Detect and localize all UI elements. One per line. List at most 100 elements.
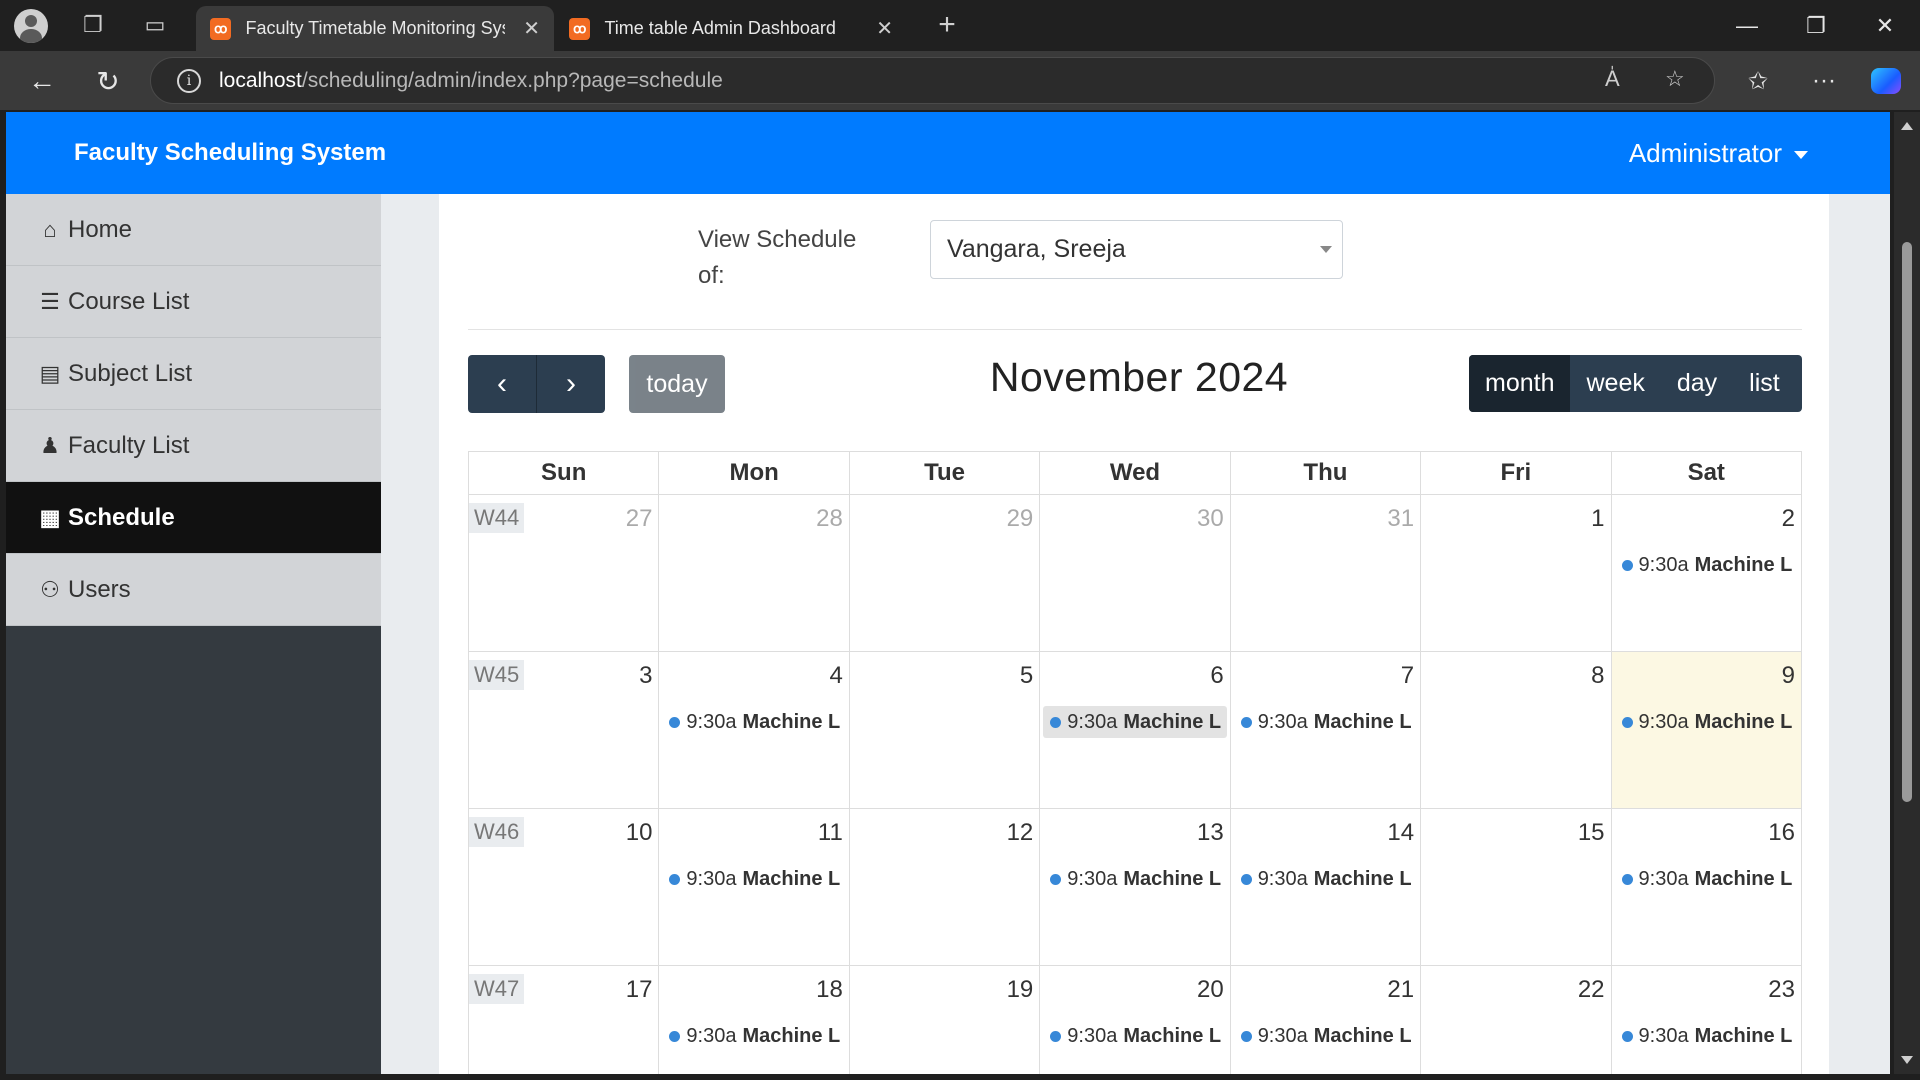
week-number[interactable]: W45: [469, 660, 525, 690]
day-number[interactable]: 27: [626, 505, 653, 533]
tab-actions-icon[interactable]: ▭: [136, 6, 174, 44]
calendar-event[interactable]: 9:30a Machine L: [666, 863, 846, 895]
day-number[interactable]: 16: [1768, 819, 1795, 847]
sidebar-item-faculty-list[interactable]: ♟ Faculty List: [6, 410, 381, 482]
calendar-event[interactable]: 9:30a Machine L: [1047, 1020, 1227, 1052]
calendar-day-cell[interactable]: 9 9:30a Machine L: [1610, 651, 1803, 809]
more-menu-icon[interactable]: ···: [1804, 61, 1844, 101]
day-number[interactable]: 9: [1782, 662, 1795, 690]
week-number[interactable]: W47: [469, 974, 525, 1004]
calendar-day-cell[interactable]: 14 9:30a Machine L: [1229, 808, 1422, 966]
sidebar-item-schedule[interactable]: ▦ Schedule: [6, 482, 381, 554]
calendar-event[interactable]: 9:30a Machine L: [1238, 1020, 1418, 1052]
calendar-day-cell[interactable]: 8: [1420, 651, 1612, 809]
sidebar-item-course-list[interactable]: ☰ Course List: [6, 266, 381, 338]
calendar-day-cell[interactable]: 2 9:30a Machine L: [1610, 494, 1803, 652]
day-number[interactable]: 15: [1578, 819, 1605, 847]
calendar-event[interactable]: 9:30a Machine L: [1619, 1020, 1799, 1052]
favorite-star-icon[interactable]: ☆: [1665, 66, 1685, 92]
calendar-event[interactable]: 9:30a Machine L: [666, 706, 846, 738]
brand-title[interactable]: Faculty Scheduling System: [74, 139, 386, 167]
copilot-icon[interactable]: [1866, 61, 1906, 101]
prev-month-button[interactable]: ‹: [468, 355, 537, 413]
calendar-day-cell[interactable]: 18 9:30a Machine L: [658, 965, 850, 1074]
calendar-day-cell[interactable]: 11 9:30a Machine L: [658, 808, 850, 966]
day-number[interactable]: 14: [1387, 819, 1414, 847]
day-number[interactable]: 2: [1782, 505, 1795, 533]
site-info-icon[interactable]: i: [177, 68, 201, 93]
calendar-event[interactable]: 9:30a Machine L: [1047, 863, 1227, 895]
day-number[interactable]: 10: [626, 819, 653, 847]
day-number[interactable]: 12: [1007, 819, 1034, 847]
today-button[interactable]: today: [629, 355, 725, 413]
close-window-icon[interactable]: ✕: [1852, 0, 1918, 51]
back-icon[interactable]: ←: [22, 61, 62, 101]
week-number[interactable]: W44: [469, 503, 525, 533]
calendar-day-cell[interactable]: 16 9:30a Machine L: [1610, 808, 1803, 966]
restore-icon[interactable]: ❐: [1783, 0, 1849, 51]
day-number[interactable]: 22: [1578, 976, 1605, 1004]
scroll-down-icon[interactable]: [1901, 1056, 1913, 1064]
sidebar-item-subject-list[interactable]: ▤ Subject List: [6, 338, 381, 410]
calendar-event[interactable]: 9:30a Machine L: [1238, 863, 1418, 895]
calendar-day-cell[interactable]: 15: [1420, 808, 1612, 966]
calendar-event[interactable]: 9:30a Machine L: [1619, 706, 1799, 738]
calendar-day-cell[interactable]: 21 9:30a Machine L: [1229, 965, 1422, 1074]
calendar-day-cell[interactable]: 20 9:30a Machine L: [1039, 965, 1231, 1074]
tab-timetable-admin[interactable]: ꝏ Time table Admin Dashboard ✕: [555, 6, 907, 51]
calendar-day-cell[interactable]: 19: [848, 965, 1041, 1074]
calendar-day-cell[interactable]: 12: [848, 808, 1041, 966]
day-number[interactable]: 29: [1007, 505, 1034, 533]
day-number[interactable]: 21: [1387, 976, 1414, 1004]
calendar-day-cell[interactable]: 7 9:30a Machine L: [1229, 651, 1422, 809]
day-number[interactable]: 4: [829, 662, 842, 690]
view-list-button[interactable]: list: [1733, 355, 1796, 412]
tab-faculty-timetable[interactable]: ꝏ Faculty Timetable Monitoring Syst ✕: [196, 6, 554, 51]
page-scrollbar[interactable]: [1894, 112, 1920, 1074]
next-month-button[interactable]: ›: [537, 355, 605, 413]
new-tab-icon[interactable]: +: [928, 6, 966, 44]
calendar-day-cell[interactable]: 6 9:30a Machine L: [1039, 651, 1231, 809]
profile-avatar-icon[interactable]: [14, 8, 48, 43]
faculty-select[interactable]: Vangara, Sreeja: [930, 220, 1343, 279]
day-number[interactable]: 31: [1387, 505, 1414, 533]
read-aloud-icon[interactable]: A̍: [1605, 66, 1620, 92]
user-menu[interactable]: Administrator: [1629, 138, 1808, 169]
day-number[interactable]: 30: [1197, 505, 1224, 533]
calendar-event[interactable]: 9:30a Machine L: [1619, 549, 1799, 581]
day-number[interactable]: 6: [1210, 662, 1223, 690]
view-month-button[interactable]: month: [1469, 355, 1571, 412]
day-number[interactable]: 17: [626, 976, 653, 1004]
minimize-icon[interactable]: —: [1714, 0, 1780, 51]
favorites-icon[interactable]: ✩: [1738, 61, 1778, 101]
calendar-day-cell[interactable]: W44 27: [467, 494, 660, 652]
calendar-day-cell[interactable]: 31: [1229, 494, 1422, 652]
calendar-day-cell[interactable]: 23 9:30a Machine L: [1610, 965, 1803, 1074]
calendar-day-cell[interactable]: 29: [848, 494, 1041, 652]
sidebar-item-users[interactable]: ⚇ Users: [6, 554, 381, 626]
view-day-button[interactable]: day: [1661, 355, 1733, 412]
day-number[interactable]: 13: [1197, 819, 1224, 847]
close-tab-icon[interactable]: ✕: [876, 16, 893, 41]
calendar-day-cell[interactable]: 5: [848, 651, 1041, 809]
day-number[interactable]: 11: [818, 819, 843, 847]
day-number[interactable]: 1: [1591, 505, 1604, 533]
calendar-event[interactable]: 9:30a Machine L: [1619, 863, 1799, 895]
calendar-day-cell[interactable]: 30: [1039, 494, 1231, 652]
calendar-day-cell[interactable]: 22: [1420, 965, 1612, 1074]
close-tab-icon[interactable]: ✕: [523, 16, 540, 41]
day-number[interactable]: 5: [1020, 662, 1033, 690]
calendar-event[interactable]: 9:30a Machine L: [1238, 706, 1418, 738]
day-number[interactable]: 7: [1401, 662, 1414, 690]
calendar-day-cell[interactable]: 28: [658, 494, 850, 652]
calendar-day-cell[interactable]: 13 9:30a Machine L: [1039, 808, 1231, 966]
url-field[interactable]: i localhost/scheduling/admin/index.php?p…: [150, 57, 1715, 104]
calendar-day-cell[interactable]: W47 17: [467, 965, 660, 1074]
sidebar-item-home[interactable]: ⌂ Home: [6, 194, 381, 266]
day-number[interactable]: 8: [1591, 662, 1604, 690]
calendar-day-cell[interactable]: 4 9:30a Machine L: [658, 651, 850, 809]
day-number[interactable]: 28: [816, 505, 843, 533]
view-week-button[interactable]: week: [1570, 355, 1660, 412]
day-number[interactable]: 19: [1007, 976, 1034, 1004]
scroll-up-icon[interactable]: [1901, 122, 1913, 130]
